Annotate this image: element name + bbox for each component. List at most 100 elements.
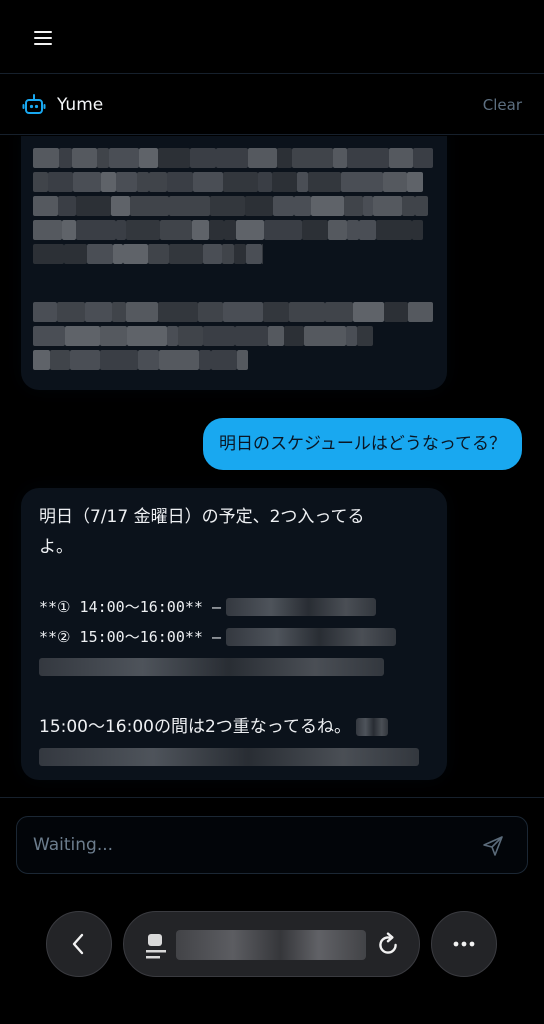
redaction-pixel [127,326,167,346]
redaction-pixel [76,196,111,216]
redaction-pixel [235,326,268,346]
chevron-left-icon [72,933,84,955]
redaction-pixel [292,148,333,168]
redaction-pixel [193,172,223,192]
clear-button[interactable]: Clear [483,94,522,116]
redaction-pixel [109,148,139,168]
redaction-pixel [203,244,222,264]
redaction-pixel [245,196,273,216]
redaction-pixel [376,220,412,240]
redaction-pixel [402,196,415,216]
redaction-pixel [160,220,192,240]
redaction-pixel [138,350,159,370]
hamburger-menu-icon[interactable] [34,31,52,47]
redaction-pixel [268,326,284,346]
redaction-pixel [223,172,258,192]
redaction-pixel [224,220,236,240]
redaction-pixel [289,302,325,322]
chat-title: Yume [57,95,104,115]
message-input[interactable] [33,831,453,859]
redacted-text [356,718,389,736]
redaction-pixel [116,220,126,240]
redaction-pixel [246,244,262,264]
redacted-line [39,742,429,772]
redaction-pixel [199,350,211,370]
redaction-pixel [137,172,149,192]
redaction-pixel [33,350,50,370]
redaction-pixel [50,350,70,370]
redaction-pixel [297,172,308,192]
redaction-pixel [158,148,190,168]
redaction-pixel [111,196,130,216]
redaction-pixel [311,196,344,216]
browser-nav-bar [0,900,544,1024]
redaction-pixel [384,302,408,322]
bot-reply-line: よ。 [39,537,73,557]
redaction-pixel [130,196,169,216]
redaction-pixel [48,172,73,192]
redaction-pixel [222,244,234,264]
schedule-item-1: **① 14:00〜16:00** – [39,592,429,622]
redaction-pixel [264,220,302,240]
redaction-pixel [112,302,126,322]
redaction-pixel [346,326,357,346]
redaction-pixel [101,172,116,192]
redacted-url [176,930,366,960]
redaction-pixel [304,326,346,346]
redaction-pixel [64,244,87,264]
back-button[interactable] [46,911,112,977]
redaction-pixel [167,172,193,192]
redaction-pixel [100,350,138,370]
redaction-pixel [158,302,198,322]
schedule-item-1-time: **① 14:00〜16:00** – [39,598,221,616]
redaction-pixel [237,350,248,370]
user-message: 明日のスケジュールはどうなってる？ [203,418,522,470]
redaction-pixel [33,220,62,240]
redaction-pixel [408,302,433,322]
redaction-pixel [139,148,158,168]
address-pill[interactable] [123,911,420,977]
redaction-pixel [33,148,59,168]
redaction-pixel [373,196,402,216]
redacted-text [39,658,384,676]
redaction-pixel [211,350,237,370]
redaction-pixel [302,220,328,240]
more-button[interactable] [431,911,497,977]
redaction-pixel [412,220,423,240]
robot-icon [22,94,46,114]
summary-text: 15:00〜16:00の間は2つ重なってるね。 [39,717,351,737]
redaction-pixel [294,196,311,216]
bot-reply-summary: 15:00〜16:00の間は2つ重なってるね。 [39,712,429,742]
redaction-pixel [341,172,383,192]
redaction-pixel [169,244,203,264]
redaction-pixel [272,172,297,192]
redacted-text [226,598,377,616]
redaction-pixel [178,326,203,346]
redaction-pixel [113,244,123,264]
redaction-pixel [209,220,224,240]
redaction-pixel [359,220,376,240]
redaction-pixel [76,220,116,240]
top-bar [0,0,544,74]
bot-message-redacted [21,136,447,390]
redaction-pixel [347,148,389,168]
redaction-pixel [33,326,65,346]
bot-reply-line: 明日（7/17 金曜日）の予定、2つ入ってる [39,507,365,527]
redaction-pixel [126,302,158,322]
send-icon[interactable] [481,834,505,858]
redaction-pixel [70,350,100,370]
redaction-pixel [148,244,169,264]
redaction-pixel [62,220,76,240]
bot-message: 明日（7/17 金曜日）の予定、2つ入ってる よ。 **① 14:00〜16:0… [21,488,447,780]
redaction-pixel [357,326,373,346]
reload-icon[interactable] [375,932,401,958]
redaction-pixel [258,172,272,192]
redaction-pixel [73,172,101,192]
message-list[interactable]: 明日のスケジュールはどうなってる？ 明日（7/17 金曜日）の予定、2つ入ってる… [0,136,544,796]
redaction-pixel [210,196,245,216]
redaction-pixel [198,302,223,322]
redaction-pixel [190,148,216,168]
redaction-pixel [248,148,277,168]
redaction-pixel [344,196,363,216]
redaction-pixel [59,148,72,168]
